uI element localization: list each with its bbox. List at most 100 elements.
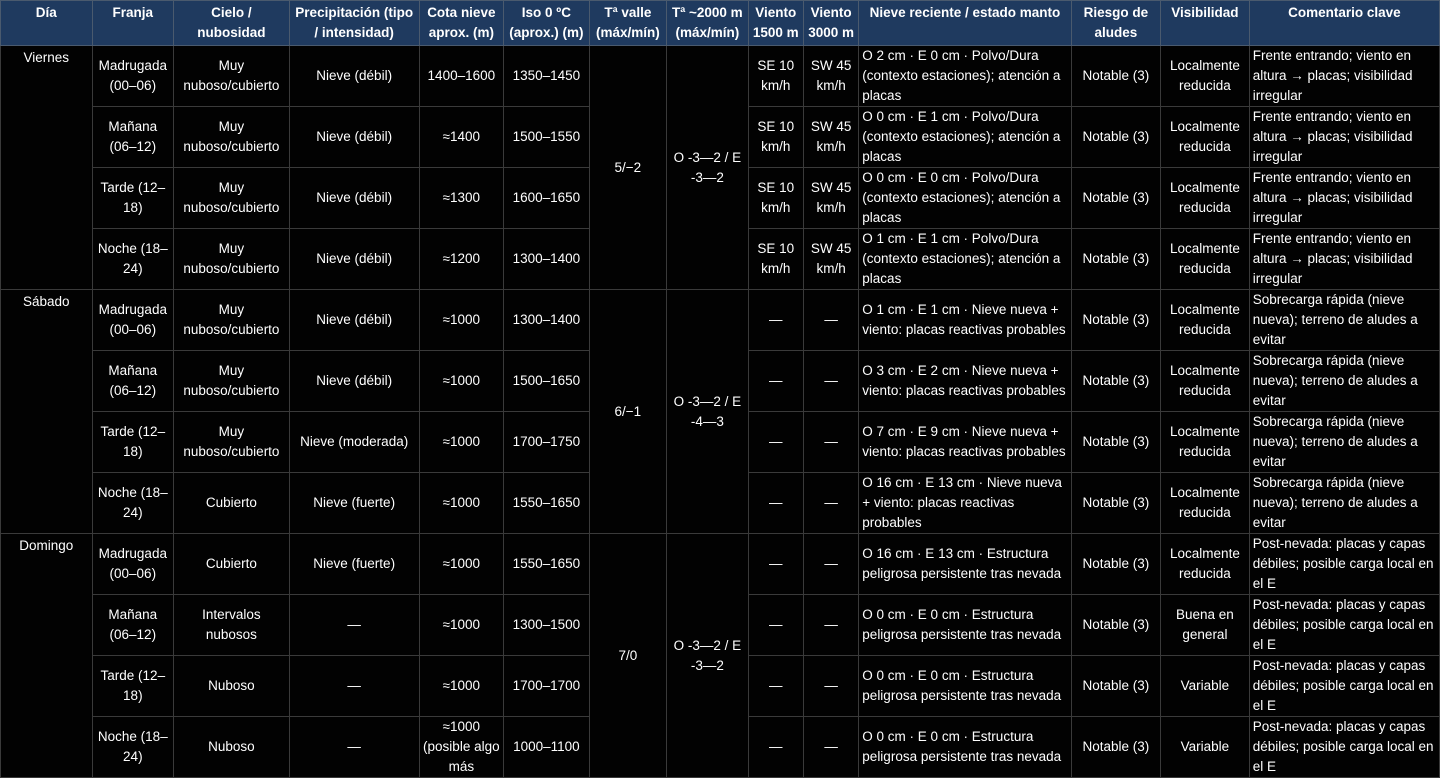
cell-comentario: Frente entrando; viento en altura → plac… (1248, 167, 1440, 229)
cell-comentario: Frente entrando; viento en altura → plac… (1248, 228, 1440, 290)
cell-viento-1500: SE 10 km/h (747, 45, 804, 107)
cell-nieve-reciente: O 0 cm · E 1 cm · Polvo/Dura (contexto e… (858, 106, 1072, 168)
header-riesgo-aludes: Riesgo de aludes (1070, 0, 1162, 46)
cell-cota-nieve: ≈1000 (418, 533, 505, 595)
cell-cota-nieve: ≈1000 (418, 655, 505, 717)
cell-cota-nieve: ≈1200 (418, 228, 505, 290)
cell-riesgo-aludes: Notable (3) (1070, 45, 1162, 107)
cell-viento-3000: — (802, 350, 860, 412)
cell-precipitacion: Nieve (débil) (288, 350, 420, 412)
cell-franja: Madrugada (00–06) (91, 289, 175, 351)
header-viento-3000: Viento 3000 m (802, 0, 860, 46)
cell-dia: Domingo (0, 533, 93, 778)
header-nieve-reciente: Nieve reciente / estado manto (858, 0, 1072, 46)
cell-precipitacion: — (288, 594, 420, 656)
cell-comentario: Sobrecarga rápida (nieve nueva); terreno… (1248, 350, 1440, 412)
cell-viento-3000: SW 45 km/h (802, 167, 860, 229)
cell-comentario: Frente entrando; viento en altura → plac… (1248, 106, 1440, 168)
header-cota-nieve: Cota nieve aprox. (m) (418, 0, 505, 46)
header-cielo: Cielo / nubosidad (173, 0, 290, 46)
cell-franja: Tarde (12–18) (91, 167, 175, 229)
cell-precipitacion: Nieve (débil) (288, 106, 420, 168)
cell-cota-nieve: ≈1000 (418, 411, 505, 473)
cell-cota-nieve: ≈1000 (418, 350, 505, 412)
cell-temp-2000: O -3—2 / E -4—3 (666, 289, 749, 534)
table-row: Domingo Madrugada (00–06) Cubierto Nieve (f… (0, 533, 1440, 778)
cell-nieve-reciente: O 0 cm · E 0 cm · Polvo/Dura (contexto e… (858, 167, 1072, 229)
cell-nieve-reciente: O 7 cm · E 9 cm · Nieve nueva + viento: … (858, 411, 1072, 473)
cell-temp-valle: 6/−1 (588, 289, 668, 534)
cell-cielo: Muy nuboso/cubierto (173, 411, 290, 473)
table-row: Sábado Madrugada (00–06) Muy nuboso/cubier… (0, 289, 1440, 534)
cell-comentario: Sobrecarga rápida (nieve nueva); terreno… (1248, 472, 1440, 534)
cell-franja: Noche (18–24) (91, 472, 175, 534)
cell-viento-1500: — (747, 411, 804, 473)
cell-comentario: Post-nevada: placas y capas débiles; pos… (1248, 716, 1440, 778)
cell-cielo: Intervalos nubosos (173, 594, 290, 656)
cell-cielo: Muy nuboso/cubierto (173, 45, 290, 107)
cell-cielo: Muy nuboso/cubierto (173, 350, 290, 412)
cell-viento-1500: — (747, 533, 804, 595)
cell-riesgo-aludes: Notable (3) (1070, 228, 1162, 290)
cell-cielo: Nuboso (173, 716, 290, 778)
cell-riesgo-aludes: Notable (3) (1070, 411, 1162, 473)
cell-nieve-reciente: O 2 cm · E 0 cm · Polvo/Dura (contexto e… (858, 45, 1072, 107)
cell-comentario: Sobrecarga rápida (nieve nueva); terreno… (1248, 411, 1440, 473)
header-temp-2000: Tª ~2000 m (máx/mín) (666, 0, 749, 46)
cell-visibilidad: Localmente reducida (1160, 411, 1250, 473)
cell-riesgo-aludes: Notable (3) (1070, 533, 1162, 595)
cell-viento-1500: SE 10 km/h (747, 167, 804, 229)
cell-iso-0: 1500–1650 (503, 350, 590, 412)
cell-iso-0: 1500–1550 (503, 106, 590, 168)
cell-visibilidad: Variable (1160, 655, 1250, 717)
cell-riesgo-aludes: Notable (3) (1070, 289, 1162, 351)
cell-visibilidad: Localmente reducida (1160, 167, 1250, 229)
cell-dia: Sábado (0, 289, 93, 534)
cell-viento-3000: SW 45 km/h (802, 228, 860, 290)
cell-viento-1500: — (747, 716, 804, 778)
header-iso-0: Iso 0 ºC (aprox.) (m) (503, 0, 590, 46)
header-franja: Franja (91, 0, 175, 46)
cell-viento-3000: SW 45 km/h (802, 106, 860, 168)
cell-cielo: Nuboso (173, 655, 290, 717)
cell-iso-0: 1000–1100 (503, 716, 590, 778)
header-row: Día Franja Cielo / nubosidad Precipitaci… (0, 0, 1440, 46)
cell-viento-1500: — (747, 350, 804, 412)
cell-franja: Mañana (06–12) (91, 350, 175, 412)
cell-visibilidad: Localmente reducida (1160, 533, 1250, 595)
cell-nieve-reciente: O 1 cm · E 1 cm · Polvo/Dura (contexto e… (858, 228, 1072, 290)
cell-dia: Viernes (0, 45, 93, 290)
cell-iso-0: 1550–1650 (503, 533, 590, 595)
cell-visibilidad: Buena en general (1160, 594, 1250, 656)
cell-visibilidad: Localmente reducida (1160, 289, 1250, 351)
cell-franja: Madrugada (00–06) (91, 45, 175, 107)
cell-cielo: Cubierto (173, 533, 290, 595)
cell-franja: Tarde (12–18) (91, 411, 175, 473)
cell-cota-nieve: ≈1000 (418, 594, 505, 656)
cell-franja: Noche (18–24) (91, 716, 175, 778)
cell-viento-1500: — (747, 472, 804, 534)
table-row: Viernes Madrugada (00–06) Muy nuboso/cubie… (0, 45, 1440, 290)
header-precipitacion: Precipitación (tipo / intensidad) (288, 0, 420, 46)
cell-nieve-reciente: O 16 cm · E 13 cm · Estructura peligrosa… (858, 533, 1072, 595)
cell-visibilidad: Localmente reducida (1160, 472, 1250, 534)
cell-precipitacion: Nieve (débil) (288, 289, 420, 351)
cell-precipitacion: Nieve (débil) (288, 167, 420, 229)
cell-riesgo-aludes: Notable (3) (1070, 655, 1162, 717)
cell-cota-nieve: ≈1400 (418, 106, 505, 168)
cell-viento-3000: — (802, 655, 860, 717)
cell-visibilidad: Variable (1160, 716, 1250, 778)
table-body: Viernes Madrugada (00–06) Muy nuboso/cubie… (0, 45, 1440, 778)
cell-riesgo-aludes: Notable (3) (1070, 716, 1162, 778)
cell-temp-2000: O -3—2 / E -3—2 (666, 533, 749, 778)
cell-precipitacion: — (288, 716, 420, 778)
cell-nieve-reciente: O 3 cm · E 2 cm · Nieve nueva + viento: … (858, 350, 1072, 412)
cell-cielo: Muy nuboso/cubierto (173, 106, 290, 168)
cell-viento-3000: SW 45 km/h (802, 45, 860, 107)
cell-comentario: Post-nevada: placas y capas débiles; pos… (1248, 533, 1440, 595)
cell-riesgo-aludes: Notable (3) (1070, 472, 1162, 534)
cell-precipitacion: — (288, 655, 420, 717)
cell-viento-3000: — (802, 533, 860, 595)
cell-viento-1500: — (747, 289, 804, 351)
forecast-table: Día Franja Cielo / nubosidad Precipitaci… (0, 0, 1440, 778)
